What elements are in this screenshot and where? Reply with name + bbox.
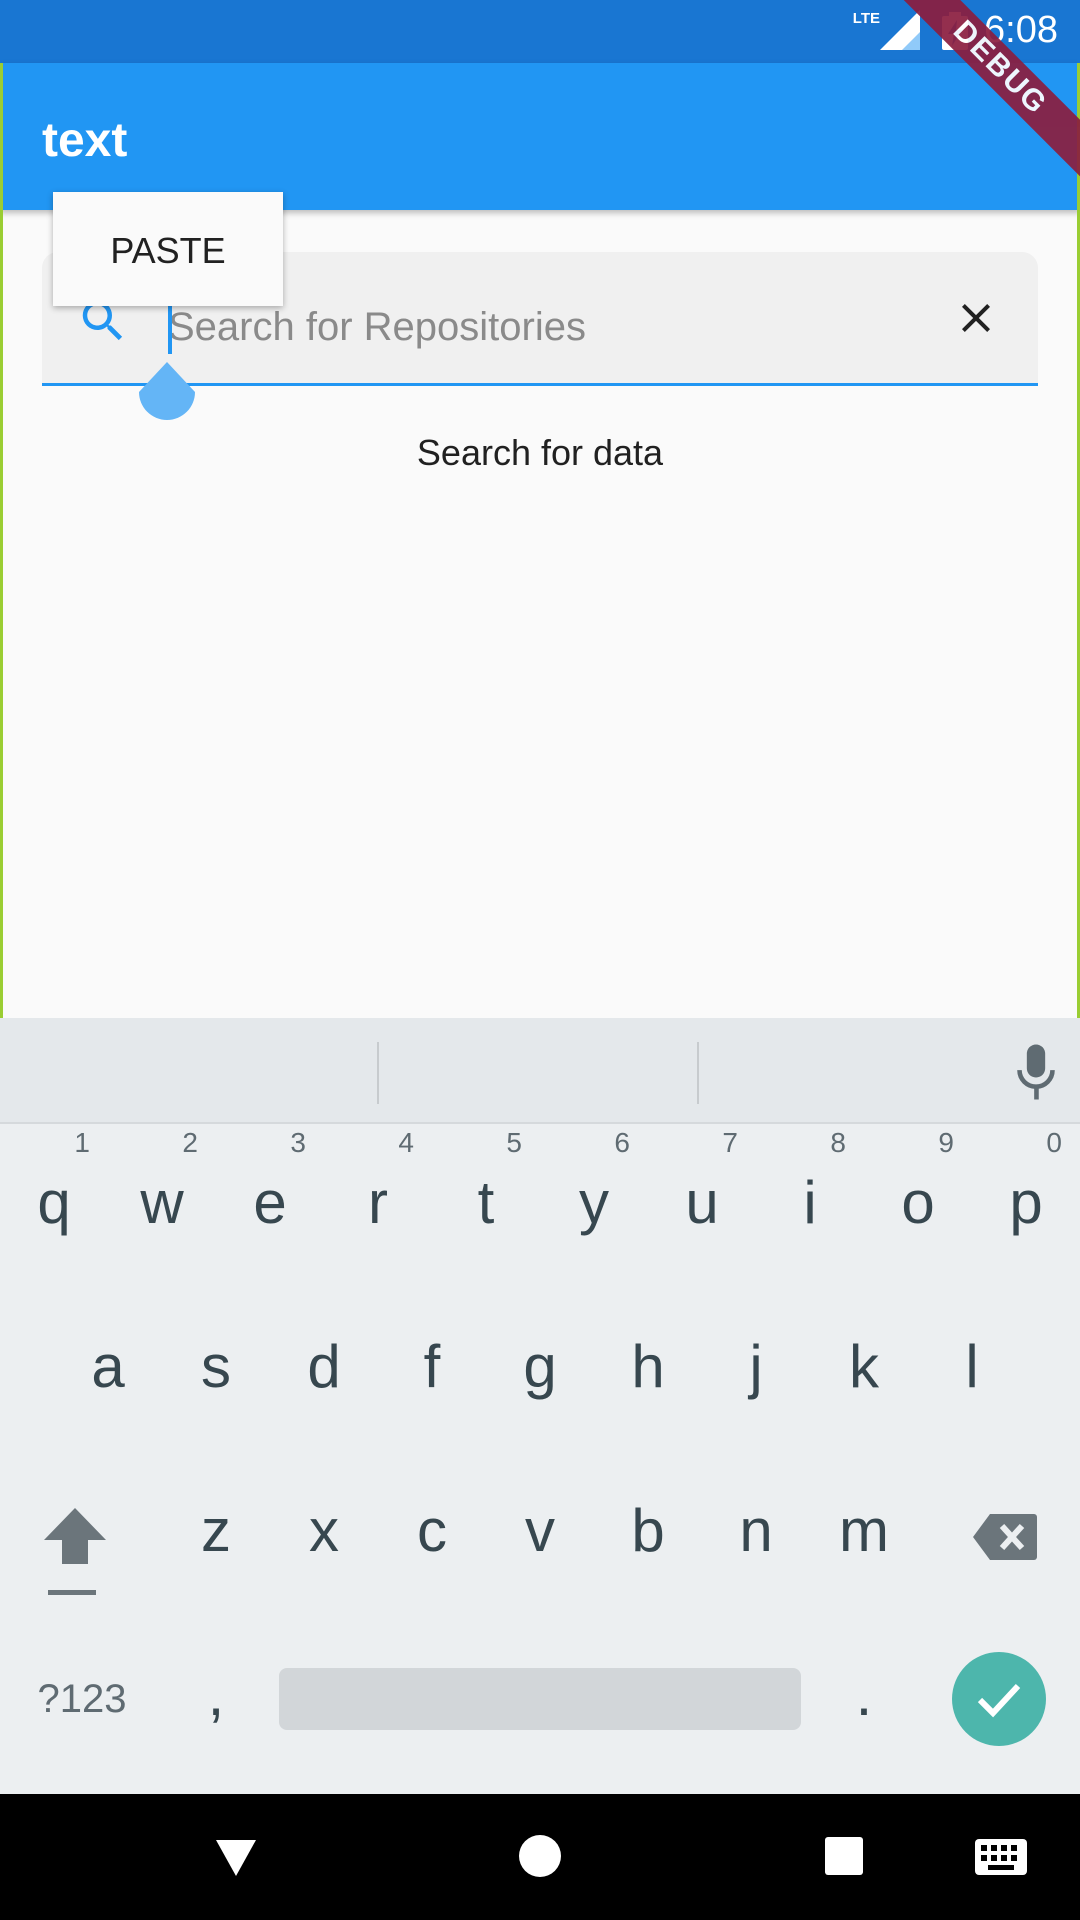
key-i[interactable]: i8 [772,1128,848,1238]
key-label: p [1009,1169,1043,1236]
key-label: i [803,1169,817,1236]
key-f[interactable]: f [394,1332,470,1402]
search-input[interactable]: Search for Repositories [168,304,586,350]
space-key[interactable] [279,1668,801,1730]
key-hint: 1 [74,1127,90,1158]
key-label: w [140,1169,184,1236]
keyboard-switch-icon[interactable] [974,1838,1028,1876]
key-n[interactable]: n [718,1496,794,1566]
key-z[interactable]: z [178,1496,254,1566]
key-label: y [579,1169,609,1236]
text-cursor [168,302,172,354]
key-t[interactable]: t5 [448,1128,524,1238]
key-d[interactable]: d [286,1332,362,1402]
comma-key[interactable]: , [178,1660,254,1730]
text-selection-handle[interactable] [139,362,195,428]
key-v[interactable]: v [502,1496,578,1566]
key-hint: 7 [722,1127,738,1158]
app-bar: text [0,63,1080,210]
close-icon[interactable] [952,294,1000,342]
soft-keyboard: q1 w2 e3 r4 t5 y6 u7 i8 o9 p0 a s d f g … [0,1018,1080,1794]
key-g[interactable]: g [502,1332,578,1402]
suggestion-divider [377,1042,379,1104]
signal-icon [880,10,920,50]
key-w[interactable]: w2 [124,1128,200,1238]
key-label: q [37,1169,71,1236]
key-hint: 4 [398,1127,414,1158]
key-r[interactable]: r4 [340,1128,416,1238]
key-c[interactable]: c [394,1496,470,1566]
shift-icon[interactable] [42,1506,108,1566]
suggestion-strip [0,1018,1080,1124]
key-label: t [477,1169,495,1236]
key-hint: 3 [290,1127,306,1158]
suggestion-divider [697,1042,699,1104]
key-hint: 2 [182,1127,198,1158]
key-hint: 9 [938,1127,954,1158]
key-label: u [685,1169,719,1236]
device-frame-left [0,63,3,1018]
key-label: e [253,1169,287,1236]
period-key[interactable]: . [826,1660,902,1730]
key-s[interactable]: s [178,1332,254,1402]
key-j[interactable]: j [718,1332,794,1402]
paste-button[interactable]: PASTE [53,230,283,272]
navigation-bar [0,1794,1080,1920]
key-y[interactable]: y6 [556,1128,632,1238]
key-hint: 0 [1046,1127,1062,1158]
key-hint: 6 [614,1127,630,1158]
network-type: LTE [852,10,880,27]
shift-indicator [48,1590,96,1595]
key-label: o [901,1169,935,1236]
checkmark-icon [977,1683,1021,1718]
microphone-icon[interactable] [1014,1044,1058,1100]
recents-icon[interactable] [824,1836,864,1876]
empty-state-message: Search for data [416,432,664,473]
key-p[interactable]: p0 [988,1128,1064,1238]
key-h[interactable]: h [610,1332,686,1402]
key-q[interactable]: q1 [16,1128,92,1238]
key-k[interactable]: k [826,1332,902,1402]
symbols-key[interactable]: ?123 [22,1668,142,1730]
page-title: text [42,114,128,167]
key-m[interactable]: m [826,1496,902,1566]
key-label: r [368,1169,388,1236]
key-hint: 5 [506,1127,522,1158]
key-x[interactable]: x [286,1496,362,1566]
enter-button[interactable] [952,1652,1046,1746]
key-e[interactable]: e3 [232,1128,308,1238]
key-a[interactable]: a [70,1332,146,1402]
key-b[interactable]: b [610,1496,686,1566]
key-l[interactable]: l [934,1332,1010,1402]
key-o[interactable]: o9 [880,1128,956,1238]
backspace-icon[interactable] [972,1512,1038,1562]
back-icon[interactable] [214,1836,258,1880]
paste-context-menu: PASTE [53,192,283,306]
key-hint: 8 [830,1127,846,1158]
key-u[interactable]: u7 [664,1128,740,1238]
home-icon[interactable] [518,1834,562,1878]
